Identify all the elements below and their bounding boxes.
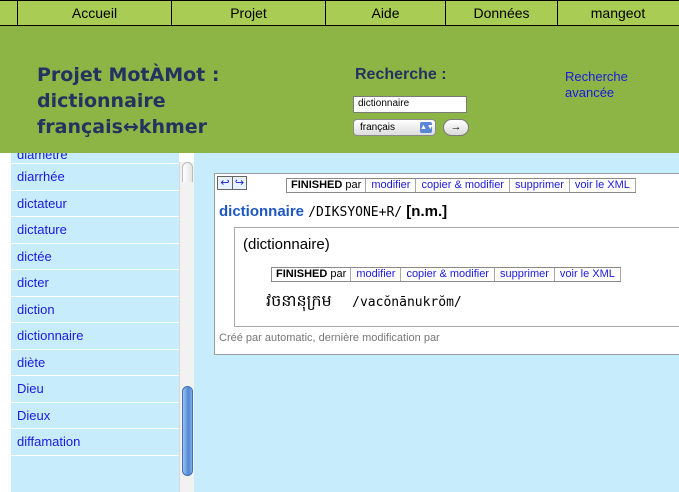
menu-bar-lead [0, 1, 18, 25]
translation-line: វចនានុក្រម /vacŏnānukrŏm/ [266, 290, 462, 314]
word-list-item[interactable]: diffamation [11, 429, 179, 456]
word-list-item[interactable]: dictateur [11, 191, 179, 217]
headword: dictionnaire [219, 203, 305, 220]
top-menu-bar: Accueil Projet Aide Données mangeot [0, 0, 679, 26]
site-title-line-2: dictionnaire [37, 90, 166, 112]
word-list-item[interactable]: diète [11, 350, 179, 376]
site-header: Projet MotÀMot : dictionnaire français↔k… [0, 26, 679, 153]
sense-copy-modify-link[interactable]: copier & modifier [401, 268, 495, 281]
entry-status-suffix: par [345, 179, 362, 191]
advanced-search-link[interactable]: Recherche avancée [565, 69, 665, 101]
sense-box: (dictionnaire) FINISHED par modifier cop… [234, 227, 679, 327]
entry-copy-modify-link[interactable]: copier & modifier [416, 179, 510, 192]
back-arrow-icon[interactable]: ↩ [217, 176, 232, 190]
entry-delete-link[interactable]: supprimer [510, 179, 570, 192]
sense-status-word: FINISHED [276, 268, 328, 280]
scrollbar-thumb[interactable] [182, 386, 193, 476]
search-input[interactable]: dictionnaire [353, 96, 467, 113]
entry-action-bar: FINISHED par modifier copier & modifier … [286, 178, 636, 193]
entry-pane: ↩ ↪ FINISHED par modifier copier & modif… [194, 153, 679, 492]
sense-delete-link[interactable]: supprimer [495, 268, 555, 281]
word-list-item[interactable]: Dieu [11, 376, 179, 403]
sense-action-bar: FINISHED par modifier copier & modifier … [271, 267, 621, 282]
word-list-item[interactable]: dictionnaire [11, 323, 179, 350]
scrollbar-top-cap [182, 162, 193, 182]
word-list-item[interactable]: Dieux [11, 403, 179, 429]
menu-item-aide[interactable]: Aide [326, 1, 446, 25]
entry-nav: ↩ ↪ [217, 176, 247, 190]
part-of-speech: [n.m.] [406, 203, 448, 220]
menu-item-projet[interactable]: Projet [172, 1, 326, 25]
word-list-item[interactable]: dictature [11, 217, 179, 244]
entry-box: ↩ ↪ FINISHED par modifier copier & modif… [214, 173, 679, 355]
entry-meta: Créé par automatic, dernière modificatio… [219, 332, 440, 344]
pronunciation: /DIKSYONE+R/ [308, 205, 403, 220]
word-list-item[interactable]: dicter [11, 270, 179, 297]
word-list-item[interactable]: diamètre [11, 153, 179, 164]
menu-item-user[interactable]: mangeot [558, 1, 678, 25]
language-select[interactable]: français ▲▼ [353, 119, 436, 136]
headword-line: dictionnaire /DIKSYONE+R/ [n.m.] [219, 203, 447, 220]
site-title: Projet MotÀMot : dictionnaire français↔k… [37, 62, 297, 140]
sense-modify-link[interactable]: modifier [351, 268, 402, 281]
entry-view-xml-link[interactable]: voir le XML [570, 179, 636, 192]
sense-view-xml-link[interactable]: voir le XML [555, 268, 621, 281]
khmer-translation: វចនានុក្រម [266, 293, 332, 310]
entry-status-word: FINISHED [291, 179, 343, 191]
advanced-search-line-2: avancée [565, 85, 615, 100]
word-list-scrollbar[interactable] [179, 162, 194, 492]
word-list-item[interactable]: diarrhée [11, 164, 179, 191]
language-select-value: français [360, 122, 396, 133]
entry-status: FINISHED par [287, 179, 367, 192]
site-title-line-1: Projet MotÀMot : [37, 64, 220, 86]
menu-item-donnees[interactable]: Données [446, 1, 558, 25]
search-heading: Recherche : [355, 66, 447, 83]
menu-item-accueil[interactable]: Accueil [18, 1, 172, 25]
transliteration: /vacŏnānukrŏm/ [352, 295, 462, 310]
sense-gloss: (dictionnaire) [243, 236, 330, 253]
sense-status: FINISHED par [272, 268, 352, 281]
word-list-item[interactable]: diction [11, 297, 179, 323]
word-list-item[interactable]: dictée [11, 244, 179, 270]
word-list: diamètre diarrhée dictateur dictature di… [11, 153, 179, 492]
select-arrows-icon: ▲▼ [420, 122, 434, 133]
search-go-button[interactable]: → [443, 119, 469, 136]
forward-arrow-icon[interactable]: ↪ [232, 176, 247, 190]
advanced-search-line-1: Recherche [565, 69, 628, 84]
site-title-line-3: français↔khmer [37, 116, 208, 138]
entry-modify-link[interactable]: modifier [366, 179, 417, 192]
sense-status-suffix: par [330, 268, 347, 280]
